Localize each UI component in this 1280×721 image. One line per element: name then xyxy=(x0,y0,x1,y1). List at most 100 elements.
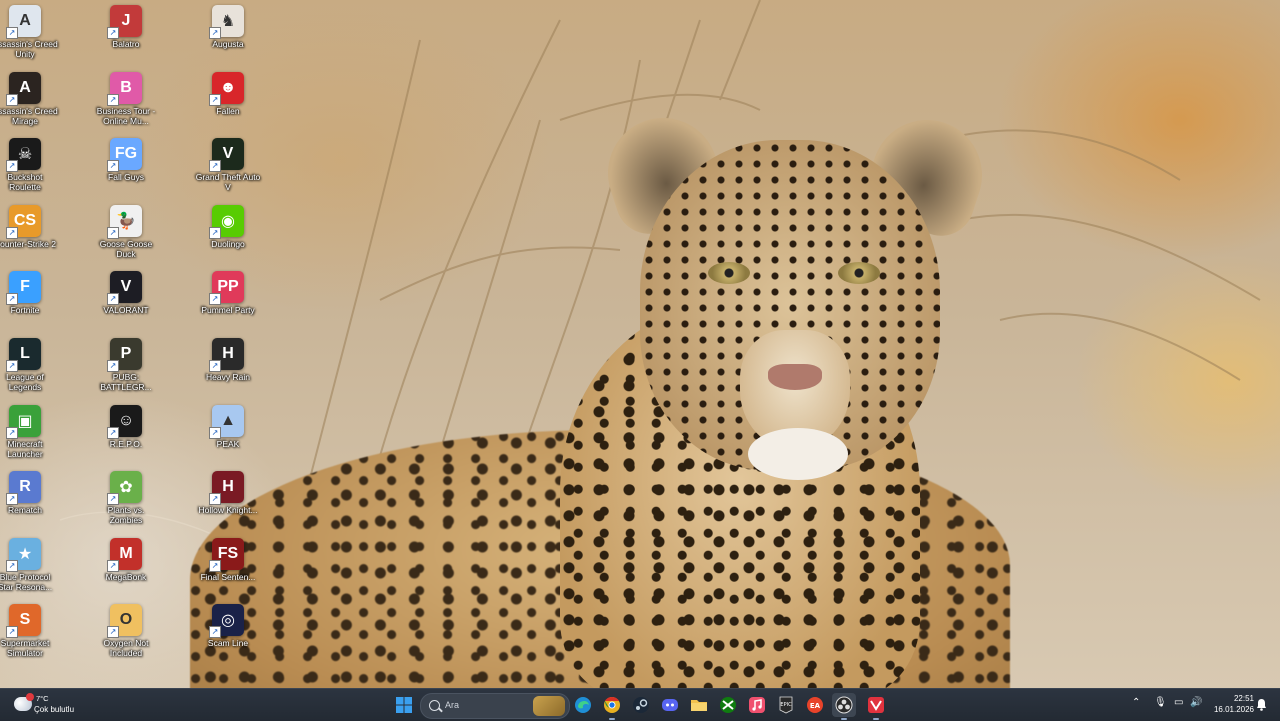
obs-icon-glyph xyxy=(835,696,853,714)
desktop-icon-minecraft-launcher[interactable]: ▣ ↗ Minecraft Launcher xyxy=(0,403,58,467)
desktop-icon-label: R.E.P.O. xyxy=(109,438,143,449)
desktop-icon-scam-line[interactable]: ◎ ↗ Scam Line xyxy=(195,602,261,666)
network-icon[interactable]: ▭ xyxy=(1174,697,1183,708)
epic-games-icon[interactable]: EPIC xyxy=(774,693,798,717)
desktop-icon-blue-protocol-star-resona[interactable]: ★ ↗ Blue Protocol Star Resona... xyxy=(0,536,58,600)
music-note-icon xyxy=(749,697,765,713)
edge-icon[interactable] xyxy=(571,693,595,717)
desktop-icon-pummel-party[interactable]: PP ↗ Pummel Party xyxy=(195,269,261,333)
weather-widget[interactable]: 7°C Çok bulutlu xyxy=(10,693,100,717)
xbox-icon-glyph xyxy=(720,697,736,713)
desktop-icon-assassin-s-creed-mirage[interactable]: A↗Assassin's Creed Mirage xyxy=(0,70,58,134)
clock[interactable]: 22:51 16.01.2026 xyxy=(1210,693,1254,715)
shortcut-arrow-icon: ↗ xyxy=(209,559,221,572)
desktop-icon-label: Oxygen Not Included xyxy=(103,638,149,659)
shortcut-arrow-icon: ↗ xyxy=(209,626,221,639)
desktop-icon-league-of-legends[interactable]: L ↗ League of Legends xyxy=(0,336,58,400)
desktop-icon-megabonk[interactable]: M ↗ MegaBonk xyxy=(93,536,159,600)
leopard-nose xyxy=(768,364,822,390)
discord-icon-glyph xyxy=(662,699,678,711)
discord-icon[interactable] xyxy=(658,693,682,717)
chrome-icon[interactable] xyxy=(600,693,624,720)
taskbar-search[interactable]: Ara xyxy=(420,693,570,719)
chevron-up-icon[interactable]: ⌃ xyxy=(1132,697,1140,708)
desktop-icon-balatro[interactable]: J ↗ Balatro xyxy=(93,3,159,67)
desktop-icon-assassin-s-creed-unity[interactable]: A↗Assassin's Creed Unity xyxy=(0,3,58,67)
desktop-icon-counter-strike-2[interactable]: CS ↗ Counter-Strike 2 xyxy=(0,203,58,267)
desktop-icon-fortnite[interactable]: F ↗ Fortnite xyxy=(0,269,58,333)
desktop-icon-rematch[interactable]: R ↗ Rematch xyxy=(0,469,58,533)
desktop-icon-goose-goose-duck[interactable]: 🦆 ↗ Goose Goose Duck xyxy=(93,203,159,267)
desktop-icon-label: MegaBonk xyxy=(105,571,147,582)
desktop-icon-plants-vs-zombies[interactable]: ✿ ↗ Plants vs. Zombies xyxy=(93,469,159,533)
desktop-icon-fall-guys[interactable]: FG ↗ Fall Guys xyxy=(93,136,159,200)
desktop-icon-buckshot-roulette[interactable]: ☠ ↗ Buckshot Roulette xyxy=(0,136,58,200)
desktop-icon-pubg-battlegr[interactable]: P ↗ PUBG: BATTLEGR... xyxy=(93,336,159,400)
desktop-icon-oxygen-not-included[interactable]: O ↗ Oxygen Not Included xyxy=(93,602,159,666)
desktop-icon-label: Minecraft Launcher xyxy=(7,438,43,459)
desktop-icon-label: Fall Guys xyxy=(108,172,144,183)
xbox-icon[interactable] xyxy=(716,693,740,717)
desktop-icon-label: Augusta xyxy=(212,39,244,49)
shortcut-arrow-icon: ↗ xyxy=(107,27,119,39)
desktop-icon-hollow-knight[interactable]: H ↗ Hollow Knight... xyxy=(195,469,261,533)
desktop-icon-label: Blue Protocol Star Resona... xyxy=(0,571,53,592)
desktop-icon-label: Plants vs. Zombies xyxy=(107,505,145,526)
steam-icon-glyph xyxy=(633,697,649,713)
shortcut-arrow-icon: ↗ xyxy=(107,559,119,572)
notification-icon[interactable] xyxy=(1256,698,1267,711)
ea-icon-glyph: EA xyxy=(807,697,823,713)
desktop-icon-augusta[interactable]: ♞ ↗ Augusta xyxy=(195,3,261,67)
desktop-icon-label: Goose Goose Duck xyxy=(99,238,153,259)
desktop-icon-duolingo[interactable]: ◉ ↗ Duolingo xyxy=(195,203,261,267)
folder-icon xyxy=(691,700,707,711)
desktop-icon-label: Fallen xyxy=(216,105,240,116)
ea-icon[interactable]: EA xyxy=(803,693,827,717)
steam-icon[interactable] xyxy=(629,693,653,717)
desktop-icon-supermarket-simulator[interactable]: S ↗ Supermarket Simulator xyxy=(0,602,58,666)
bell-icon xyxy=(1257,699,1266,711)
desktop-icon-fallen[interactable]: ☻ ↗ Fallen xyxy=(195,70,261,134)
search-icon xyxy=(429,700,440,711)
shortcut-arrow-icon: ↗ xyxy=(209,293,221,306)
epic-games-icon-glyph: EPIC xyxy=(779,696,793,714)
file-explorer-icon[interactable] xyxy=(687,693,711,717)
valorant-icon[interactable] xyxy=(864,693,888,720)
notification-badge xyxy=(26,693,34,701)
desktop-icon-r-e-p-o[interactable]: ☺ ↗ R.E.P.O. xyxy=(93,403,159,467)
leopard-chin xyxy=(748,428,848,480)
desktop-icon-label: Balatro xyxy=(112,39,140,49)
windows-icon xyxy=(396,697,412,713)
shortcut-arrow-icon: ↗ xyxy=(107,226,119,239)
shortcut-arrow-icon: ↗ xyxy=(6,93,18,106)
search-placeholder: Ara xyxy=(445,700,460,710)
taskbar: 7°C Çok bulutlu Ara EPIC EA ⌃ 🎙 ▭ 🔊 22:5… xyxy=(0,688,1280,721)
shortcut-arrow-icon: ↗ xyxy=(6,293,18,306)
obs-icon[interactable] xyxy=(832,693,856,720)
desktop-icon-label: Counter-Strike 2 xyxy=(0,238,56,249)
desktop-icon-label: VALORANT xyxy=(103,305,149,316)
shortcut-arrow-icon: ↗ xyxy=(6,626,18,639)
shortcut-arrow-icon: ↗ xyxy=(107,293,119,306)
desktop-icon-peak[interactable]: ▲ ↗ PEAK xyxy=(195,403,261,467)
shortcut-arrow-icon: ↗ xyxy=(209,160,221,173)
desktop-icon-label: Final Senten... xyxy=(200,571,256,582)
volume-icon[interactable]: 🔊 xyxy=(1190,697,1202,708)
desktop-icon-valorant[interactable]: V ↗ VALORANT xyxy=(93,269,159,333)
desktop-icon-heavy-rain[interactable]: H ↗ Heavy Rain xyxy=(195,336,261,400)
desktop-icon-label: League of Legends xyxy=(6,372,44,392)
desktop-icon-label: Rematch xyxy=(7,505,42,516)
shortcut-arrow-icon: ↗ xyxy=(209,360,221,372)
desktop-icon-label: PEAK xyxy=(216,438,240,449)
desktop-icon-grand-theft-auto-v[interactable]: V ↗ Grand Theft Auto V xyxy=(195,136,261,200)
microphone-icon[interactable]: 🎙 xyxy=(1154,697,1167,708)
desktop-icon-label: Pummel Party xyxy=(201,305,255,316)
music-icon[interactable] xyxy=(745,693,769,717)
desktop-icon-label: Grand Theft Auto V xyxy=(195,172,261,193)
valorant-icon-glyph xyxy=(868,697,884,713)
desktop-icon-business-tour-online-mu[interactable]: B ↗ Business Tour - Online Mu... xyxy=(93,70,159,134)
shortcut-arrow-icon: ↗ xyxy=(6,426,18,439)
shortcut-arrow-icon: ↗ xyxy=(209,493,221,506)
desktop-icon-final-senten[interactable]: FS ↗ Final Senten... xyxy=(195,536,261,600)
start-button[interactable] xyxy=(392,693,416,717)
